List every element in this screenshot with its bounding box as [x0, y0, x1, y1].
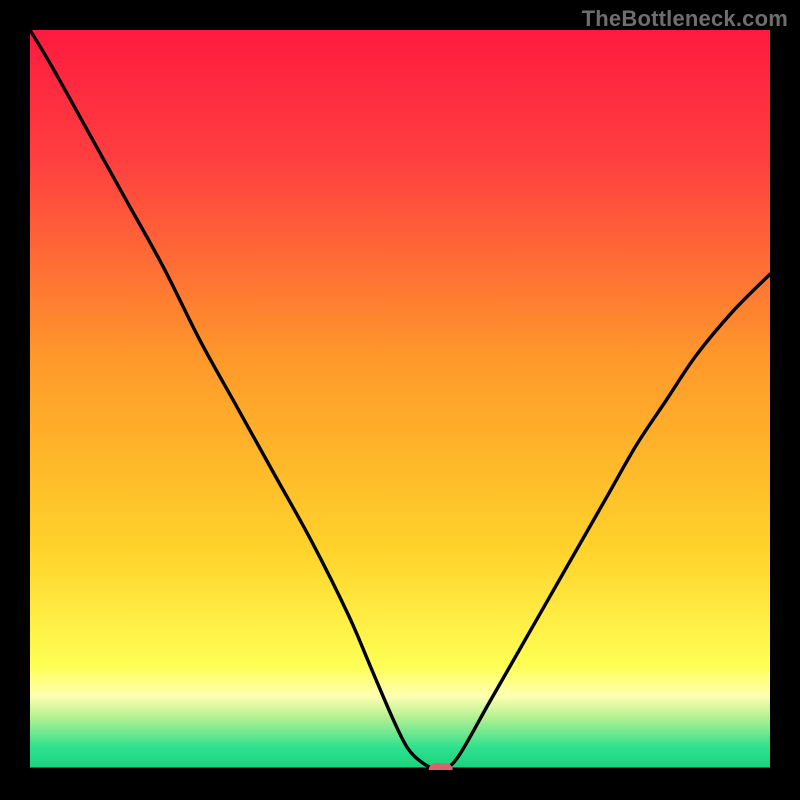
min-marker — [429, 763, 453, 770]
chart-stage: TheBottleneck.com — [0, 0, 800, 800]
watermark-text: TheBottleneck.com — [582, 6, 788, 32]
plot-area — [30, 30, 770, 770]
chart-svg — [30, 30, 770, 770]
plot-background — [30, 30, 770, 770]
